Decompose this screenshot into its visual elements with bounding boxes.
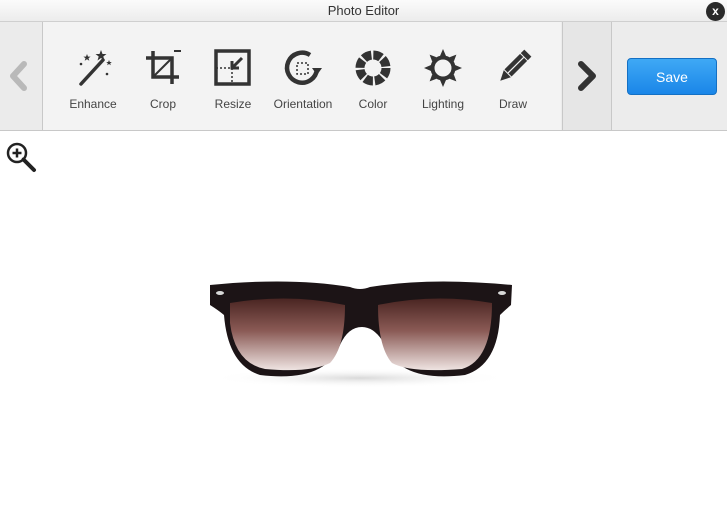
rotate-icon bbox=[284, 50, 322, 85]
zoom-in-button[interactable] bbox=[5, 141, 37, 178]
magic-wand-icon bbox=[79, 50, 112, 86]
toolbar: Enhance Crop Resize Orientation Color Li… bbox=[0, 22, 727, 131]
tool-resize[interactable]: Resize bbox=[198, 22, 268, 130]
sunglasses-photo bbox=[210, 281, 512, 388]
tool-color[interactable]: Color bbox=[338, 22, 408, 130]
tool-orientation[interactable]: Orientation bbox=[268, 22, 338, 130]
chevron-right-icon bbox=[578, 61, 596, 91]
tool-label-crop: Crop bbox=[149, 97, 176, 111]
chevron-left-icon bbox=[10, 61, 27, 91]
tool-strip: Enhance Crop Resize Orientation Color Li… bbox=[43, 22, 561, 130]
close-button[interactable]: x bbox=[706, 2, 725, 21]
color-wheel-icon bbox=[355, 50, 391, 86]
zoom-in-icon bbox=[6, 142, 36, 172]
tool-label-resize: Resize bbox=[214, 97, 252, 111]
title-bar: Photo Editor x bbox=[0, 0, 727, 22]
tool-label-lighting: Lighting bbox=[421, 97, 465, 111]
save-button[interactable]: Save bbox=[627, 58, 717, 95]
resize-icon bbox=[214, 49, 251, 86]
window-title: Photo Editor bbox=[327, 3, 400, 18]
tool-label-draw: Draw bbox=[498, 97, 527, 111]
tool-lighting[interactable]: Lighting bbox=[408, 22, 478, 130]
pencil-icon bbox=[500, 49, 532, 81]
tool-enhance[interactable]: Enhance bbox=[58, 22, 128, 130]
tool-label-enhance: Enhance bbox=[69, 97, 117, 111]
tool-label-color: Color bbox=[358, 97, 388, 111]
sun-icon bbox=[424, 49, 462, 87]
next-tools-button[interactable] bbox=[562, 22, 612, 130]
prev-tools-button[interactable] bbox=[0, 22, 43, 130]
tool-draw[interactable]: Draw bbox=[478, 22, 548, 130]
tool-label-orientation: Orientation bbox=[273, 97, 333, 111]
crop-icon bbox=[146, 50, 181, 84]
tool-crop[interactable]: Crop bbox=[128, 22, 198, 130]
